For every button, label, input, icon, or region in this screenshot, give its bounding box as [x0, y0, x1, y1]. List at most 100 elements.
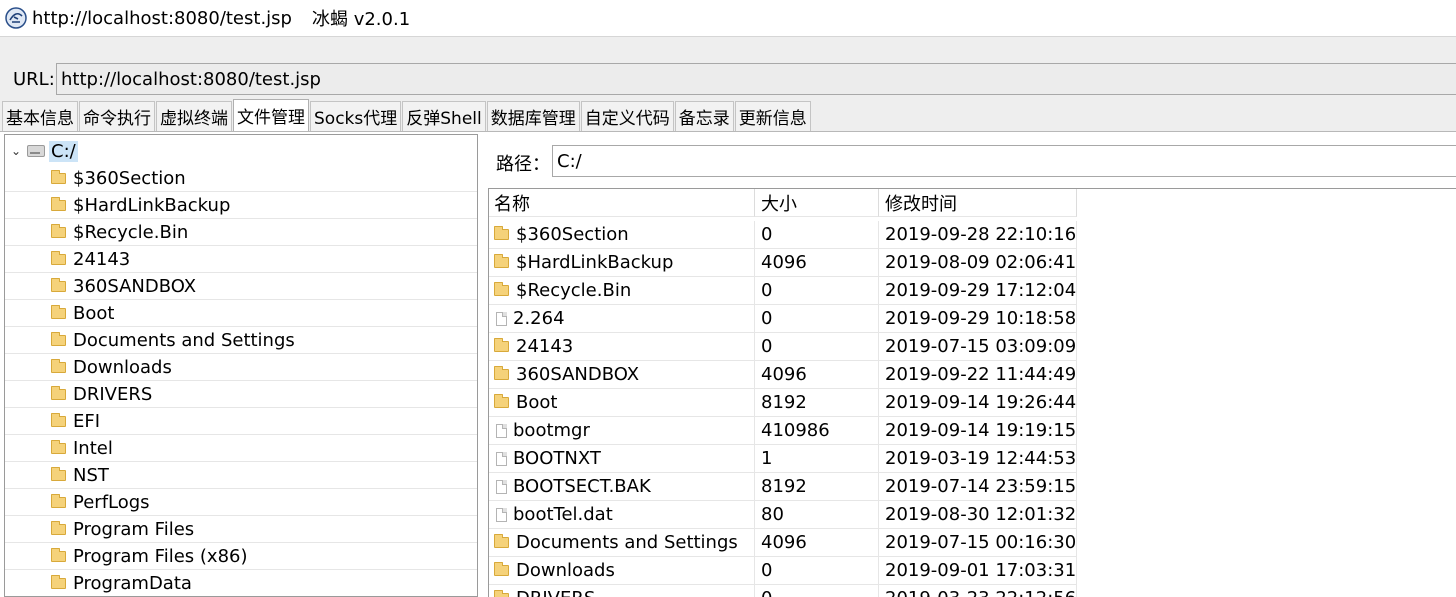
table-row[interactable]: bootmgr 410986 2019-09-14 19:19:15: [489, 417, 1077, 445]
tree-item[interactable]: Program Files: [5, 516, 477, 543]
directory-tree[interactable]: ⌄ C:/ $360Section $HardLinkBackup $Recyc…: [4, 134, 478, 597]
file-name: Boot: [516, 392, 558, 413]
tree-item[interactable]: 360SANDBOX: [5, 273, 477, 300]
table-row[interactable]: $HardLinkBackup 4096 2019-08-09 02:06:41: [489, 249, 1077, 277]
file-table[interactable]: 名称 大小 修改时间 $360Section 0 2019-09-28 22:1…: [488, 188, 1456, 597]
table-row[interactable]: $Recycle.Bin 0 2019-09-29 17:12:04: [489, 277, 1077, 305]
file-name: 360SANDBOX: [516, 364, 640, 385]
column-header-modified[interactable]: 修改时间: [879, 189, 1077, 217]
tree-item-label: PerfLogs: [73, 491, 150, 513]
column-header-name[interactable]: 名称: [489, 189, 755, 217]
tree-item[interactable]: Intel: [5, 435, 477, 462]
tab-custom-code[interactable]: 自定义代码: [580, 101, 674, 131]
tree-item-label: Program Files (x86): [73, 545, 248, 567]
file-size: 8192: [755, 473, 879, 501]
tree-item-label: Documents and Settings: [73, 329, 295, 351]
table-row[interactable]: DRIVERS 0 2019-03-23 22:12:56: [489, 585, 1077, 597]
table-row[interactable]: 24143 0 2019-07-15 03:09:09: [489, 333, 1077, 361]
folder-icon: [494, 366, 509, 380]
file-modified: 2019-09-29 10:18:58: [879, 305, 1077, 333]
table-row[interactable]: Boot 8192 2019-09-14 19:26:44: [489, 389, 1077, 417]
folder-icon: [494, 226, 509, 240]
table-row[interactable]: BOOTNXT 1 2019-03-19 12:44:53: [489, 445, 1077, 473]
tab-bar: 基本信息 命令执行 虚拟终端 文件管理 Socks代理 反弹Shell 数据库管…: [0, 99, 1456, 132]
table-row[interactable]: 2.264 0 2019-09-29 10:18:58: [489, 305, 1077, 333]
file-size: 8192: [755, 389, 879, 417]
column-header-size[interactable]: 大小: [755, 189, 879, 217]
tree-item[interactable]: $Recycle.Bin: [5, 219, 477, 246]
file-size: 410986: [755, 417, 879, 445]
tab-basic-info[interactable]: 基本信息: [2, 101, 78, 131]
tab-memo[interactable]: 备忘录: [674, 101, 734, 131]
tab-update-info[interactable]: 更新信息: [734, 101, 811, 131]
file-name: $HardLinkBackup: [516, 252, 674, 273]
tree-item[interactable]: Program Files (x86): [5, 543, 477, 570]
table-row[interactable]: BOOTSECT.BAK 8192 2019-07-14 23:59:15: [489, 473, 1077, 501]
tab-file-manager[interactable]: 文件管理: [233, 99, 309, 131]
file-name: DRIVERS: [516, 588, 595, 597]
file-icon: [496, 423, 507, 438]
file-modified: 2019-03-23 22:12:56: [879, 585, 1077, 597]
tree-root-label: C:/: [49, 140, 78, 162]
file-size: 0: [755, 333, 879, 361]
tree-item[interactable]: 24143: [5, 246, 477, 273]
table-row[interactable]: Downloads 0 2019-09-01 17:03:31: [489, 557, 1077, 585]
url-field[interactable]: [56, 63, 1456, 95]
table-row[interactable]: 360SANDBOX 4096 2019-09-22 11:44:49: [489, 361, 1077, 389]
file-name: 24143: [516, 336, 574, 357]
file-icon: [496, 479, 507, 494]
tree-item[interactable]: DRIVERS: [5, 381, 477, 408]
file-name: BOOTSECT.BAK: [513, 476, 651, 497]
drive-icon: [27, 145, 45, 157]
window-title-app: 冰蝎 v2.0.1: [311, 9, 411, 30]
file-size: 4096: [755, 249, 879, 277]
tree-item[interactable]: ProgramData: [5, 570, 477, 596]
table-row[interactable]: $360Section 0 2019-09-28 22:10:16: [489, 221, 1077, 249]
file-size: 4096: [755, 361, 879, 389]
folder-icon: [51, 493, 66, 508]
tree-item-label: Program Files: [73, 518, 195, 540]
table-row[interactable]: bootTel.dat 80 2019-08-30 12:01:32: [489, 501, 1077, 529]
file-name: bootmgr: [513, 420, 590, 441]
file-modified: 2019-09-14 19:26:44: [879, 389, 1077, 417]
file-modified: 2019-09-22 11:44:49: [879, 361, 1077, 389]
file-name: $Recycle.Bin: [516, 280, 632, 301]
file-modified: 2019-07-15 00:16:30: [879, 529, 1077, 557]
chevron-down-icon[interactable]: ⌄: [11, 144, 23, 158]
folder-icon: [51, 439, 66, 454]
tree-item-label: NST: [73, 464, 109, 486]
file-size: 0: [755, 277, 879, 305]
tab-socks-proxy[interactable]: Socks代理: [310, 101, 402, 131]
file-modified: 2019-08-09 02:06:41: [879, 249, 1077, 277]
tree-item-label: EFI: [73, 410, 101, 432]
table-row[interactable]: Documents and Settings 4096 2019-07-15 0…: [489, 529, 1077, 557]
tree-item[interactable]: PerfLogs: [5, 489, 477, 516]
folder-icon: [51, 547, 66, 562]
tree-item[interactable]: EFI: [5, 408, 477, 435]
tree-item[interactable]: Downloads: [5, 354, 477, 381]
url-label: URL:: [13, 69, 55, 90]
file-icon: [496, 311, 507, 326]
folder-icon: [51, 196, 66, 211]
tree-item[interactable]: NST: [5, 462, 477, 489]
file-modified: 2019-09-28 22:10:16: [879, 221, 1077, 249]
tree-item-label: $HardLinkBackup: [73, 194, 231, 216]
tab-virtual-terminal[interactable]: 虚拟终端: [156, 101, 232, 131]
folder-icon: [494, 254, 509, 268]
tree-item[interactable]: Documents and Settings: [5, 327, 477, 354]
tree-item[interactable]: $360Section: [5, 165, 477, 192]
tab-database-manager[interactable]: 数据库管理: [486, 101, 580, 131]
tree-root-node[interactable]: ⌄ C:/: [5, 137, 477, 165]
tree-item[interactable]: $HardLinkBackup: [5, 192, 477, 219]
tree-item-label: Downloads: [73, 356, 172, 378]
tab-command-exec[interactable]: 命令执行: [79, 101, 155, 131]
folder-icon: [51, 331, 66, 346]
path-field[interactable]: [552, 145, 1456, 177]
tree-item[interactable]: Boot: [5, 300, 477, 327]
folder-icon: [51, 169, 66, 184]
folder-icon: [51, 277, 66, 292]
folder-icon: [51, 385, 66, 400]
tree-item-label: Intel: [73, 437, 113, 459]
tab-reverse-shell[interactable]: 反弹Shell: [402, 101, 486, 131]
folder-icon: [51, 223, 66, 238]
